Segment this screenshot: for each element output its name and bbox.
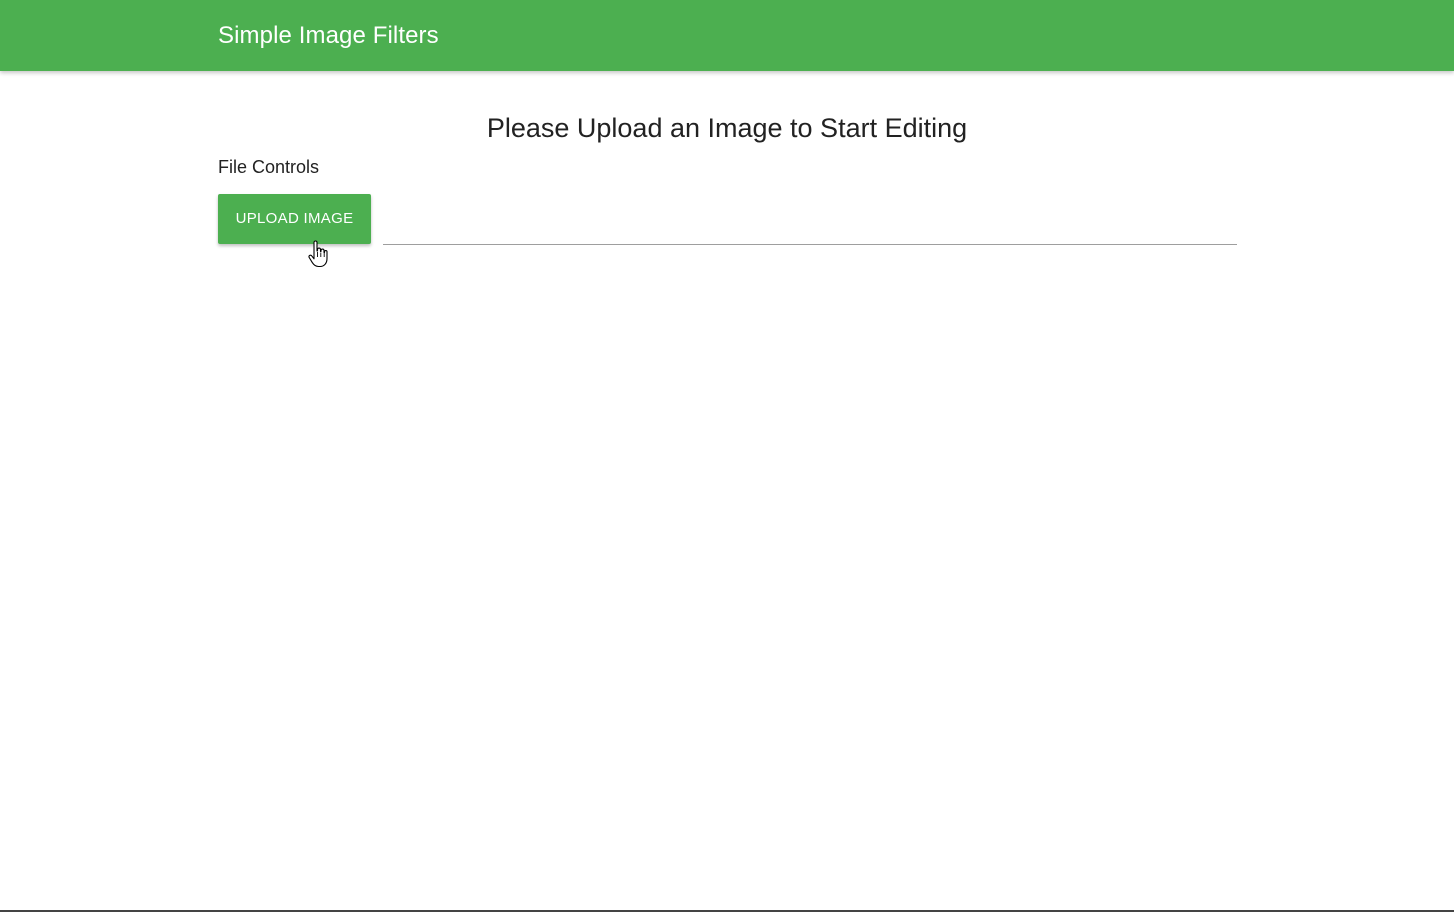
upload-image-button[interactable]: UPLOAD IMAGE [218,194,371,244]
page-heading: Please Upload an Image to Start Editing [486,113,968,143]
file-controls-label: File Controls [218,157,320,177]
app-title[interactable]: Simple Image Filters [218,19,439,53]
top-navbar: Simple Image Filters [0,0,1454,71]
hand-pointer-icon [308,240,328,268]
file-path-input[interactable] [383,219,1237,245]
